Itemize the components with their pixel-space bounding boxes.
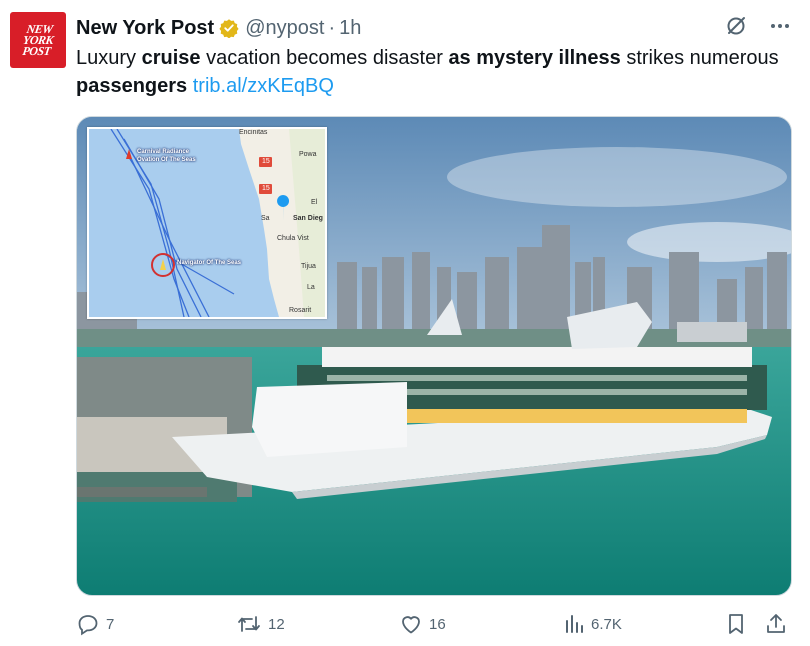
map-label-la: La xyxy=(307,284,315,291)
tweet-text-segment: Luxury xyxy=(76,47,142,69)
reply-count: 7 xyxy=(106,615,115,633)
views-count: 6.7K xyxy=(591,615,622,633)
map-label-chula-vista: Chula Vist xyxy=(277,235,309,242)
avatar-logo: NEW YORK POST xyxy=(21,21,55,58)
tweet-image[interactable]: Encinitas Powa 15 15 El Sa San Dieg Chul… xyxy=(76,116,792,596)
map-label-navigator: Navigator Of The Seas xyxy=(177,260,242,266)
more-icon[interactable] xyxy=(768,14,792,38)
map-label-el: El xyxy=(311,199,318,206)
map-label-carnival: Carnival Radiance xyxy=(137,149,190,155)
views-button[interactable]: 6.7K xyxy=(563,612,622,636)
grok-icon[interactable] xyxy=(724,14,748,38)
tweet-header: New York Post @nypost · 1h xyxy=(76,16,361,40)
tweet-text-segment: strikes numerous xyxy=(620,47,779,69)
reply-icon xyxy=(78,615,98,636)
action-bar: 7 12 16 6.7K xyxy=(76,612,794,640)
like-count: 16 xyxy=(429,615,446,633)
header-separator: · xyxy=(328,16,336,39)
like-icon xyxy=(402,616,420,634)
views-icon xyxy=(566,615,583,633)
share-button[interactable] xyxy=(764,612,788,636)
like-button[interactable]: 16 xyxy=(399,612,446,636)
tweet[interactable]: NEW YORK POST New York Post @nypost · 1h L… xyxy=(0,0,810,646)
map-label-encinitas: Encinitas xyxy=(239,129,268,136)
tweet-text-segment: as mystery illness xyxy=(448,47,621,69)
repost-count: 12 xyxy=(268,615,285,633)
tweet-text-segment: cruise xyxy=(141,47,201,69)
tweet-text-segment: vacation becomes disaster xyxy=(200,47,449,69)
map-label-ovation: Ovation Of The Seas xyxy=(137,157,196,163)
map-label-tijuana: Tijua xyxy=(301,263,316,270)
map-label-sa: Sa xyxy=(261,215,270,222)
avatar[interactable]: NEW YORK POST xyxy=(10,12,66,68)
tweet-link[interactable]: trib.al/zxKEqBQ xyxy=(193,75,334,97)
map-label-san-diego: San Dieg xyxy=(293,215,323,222)
map-label-hwy-15a: 15 xyxy=(262,158,270,165)
tweet-text-segment: passengers xyxy=(76,75,188,97)
author-name[interactable]: New York Post xyxy=(76,17,214,40)
route-map-inset: Encinitas Powa 15 15 El Sa San Dieg Chul… xyxy=(87,127,327,319)
bookmark-icon xyxy=(729,614,743,634)
map-label-hwy-15b: 15 xyxy=(262,185,270,192)
bookmark-button[interactable] xyxy=(725,612,747,636)
map-label-rosarit: Rosarit xyxy=(289,307,312,314)
map-label-poway: Powa xyxy=(299,151,317,158)
tweet-text: Luxury cruise vacation becomes disaster … xyxy=(76,44,786,100)
repost-icon xyxy=(238,616,260,632)
reply-button[interactable]: 7 xyxy=(76,612,114,636)
top-icons xyxy=(724,14,792,38)
share-icon xyxy=(767,614,785,633)
map-terrain xyxy=(110,129,325,317)
verified-badge-icon[interactable] xyxy=(219,18,239,38)
author-handle[interactable]: @nypost xyxy=(245,17,324,40)
post-time[interactable]: 1h xyxy=(339,17,361,40)
repost-button[interactable]: 12 xyxy=(236,612,285,636)
